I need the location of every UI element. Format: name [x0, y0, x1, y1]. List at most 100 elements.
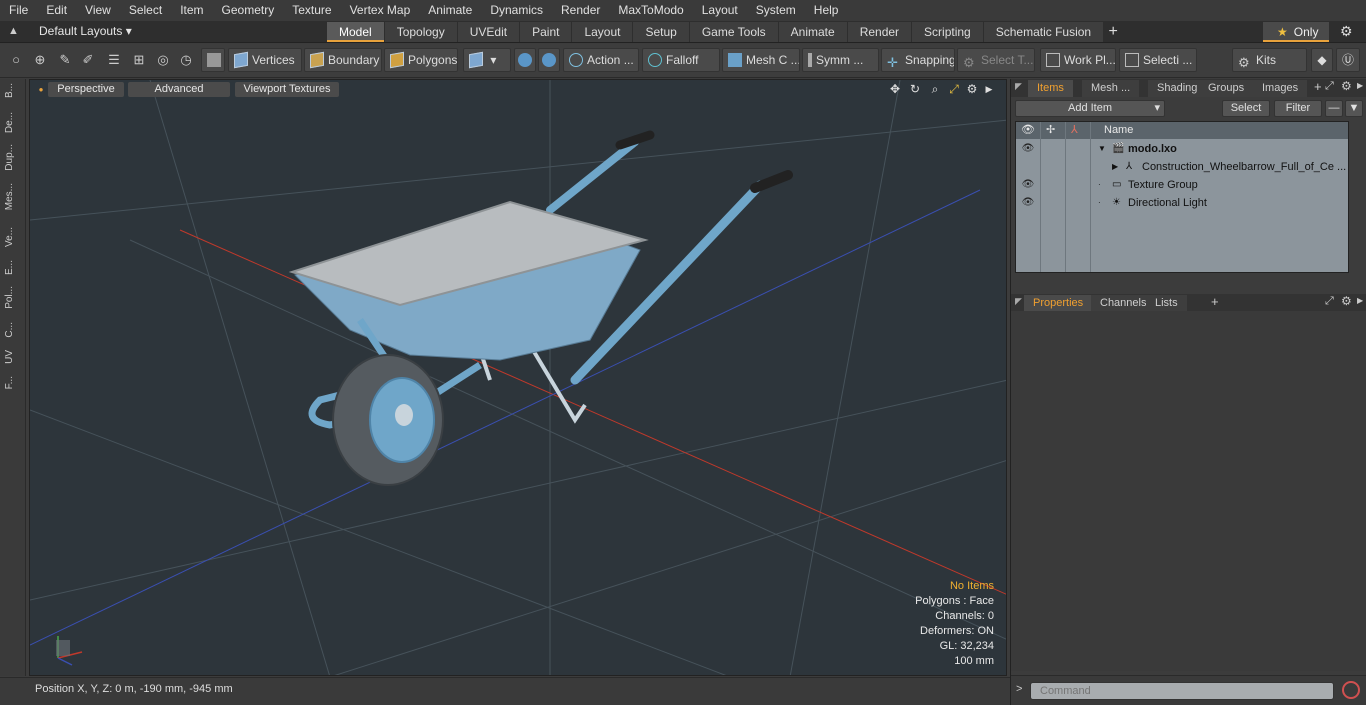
perspective-button[interactable]: Perspective — [48, 82, 124, 97]
properties-add-tab-icon[interactable]: + — [1211, 294, 1219, 309]
unreal-button[interactable]: Ⓤ — [1336, 48, 1360, 72]
properties-maximize-icon[interactable]: ⤢ — [1325, 295, 1334, 308]
visibility-column-icon[interactable]: 👁 — [1021, 123, 1035, 136]
properties-expand-icon[interactable]: ▶ — [1357, 296, 1363, 305]
pen-icon[interactable]: ✎ — [57, 52, 73, 68]
lock-column-icon[interactable]: ✢ — [1046, 123, 1055, 136]
center-icon[interactable]: ⊞ — [131, 52, 147, 68]
menu-item-vertex-map[interactable]: Vertex Map — [341, 0, 420, 21]
tab-scripting[interactable]: Scripting — [912, 22, 983, 42]
work-plane-button[interactable]: Work Pl... — [1040, 48, 1116, 72]
material-dropdown[interactable]: ▾ — [463, 48, 511, 72]
element-icon[interactable]: ◎ — [155, 52, 171, 68]
viewport-textures-button[interactable]: Viewport Textures — [235, 82, 339, 97]
properties-corner-icon[interactable]: ◤ — [1015, 296, 1022, 307]
items-maximize-icon[interactable]: ⤢ — [1325, 80, 1334, 93]
menu-item-system[interactable]: System — [747, 0, 805, 21]
timer-icon[interactable]: ◷ — [178, 52, 194, 68]
boundary-button[interactable]: Boundary — [304, 48, 382, 72]
select-through-button[interactable]: ⚙ Select T... — [957, 48, 1035, 72]
viewport-scene[interactable] — [30, 80, 1007, 676]
action-center-button[interactable]: Action ... — [563, 48, 639, 72]
gear-icon[interactable]: ⚙ — [1340, 23, 1353, 40]
symmetry-b-button[interactable] — [538, 48, 560, 72]
menu-item-select[interactable]: Select — [120, 0, 171, 21]
tab-model[interactable]: Model — [327, 22, 384, 42]
left-tab-3[interactable]: Mes... — [4, 183, 22, 210]
properties-gear-icon[interactable]: ⚙ — [1341, 294, 1352, 308]
filter-button[interactable]: Filter — [1274, 100, 1322, 117]
tab-shading[interactable]: Shading — [1148, 80, 1207, 97]
tab-uvedit[interactable]: UVEdit — [457, 22, 520, 42]
left-tab-6[interactable]: Pol... — [4, 286, 22, 309]
expand-arrow-icon[interactable]: ▶ — [1112, 158, 1118, 176]
tab-layout[interactable]: Layout — [572, 22, 633, 42]
filter-funnel-button[interactable]: ▼ — [1345, 100, 1363, 117]
vertices-button[interactable]: Vertices — [228, 48, 302, 72]
menu-item-view[interactable]: View — [76, 0, 120, 21]
left-tab-0[interactable]: B... — [4, 83, 22, 98]
tab-animate[interactable]: Animate — [778, 22, 847, 42]
record-icon[interactable] — [1342, 681, 1360, 699]
polygons-button[interactable]: Polygons — [384, 48, 458, 72]
item-row[interactable]: 👁 · ☀ Directional Light — [1016, 194, 1348, 212]
item-row[interactable]: 👁 ▼ 🎬 modo.lxo — [1016, 140, 1348, 158]
tab-game-tools[interactable]: Game Tools — [689, 22, 778, 42]
collapse-button[interactable]: — — [1325, 100, 1343, 117]
mesh-constraint-button[interactable]: Mesh C ... — [722, 48, 800, 72]
left-tab-9[interactable]: F... — [4, 376, 22, 389]
command-input[interactable] — [1030, 682, 1334, 700]
menu-item-file[interactable]: File — [0, 0, 37, 21]
symmetry-button[interactable]: Symm ... — [802, 48, 879, 72]
pivot-column-icon[interactable]: ⅄ — [1071, 123, 1078, 136]
selection-sets-button[interactable]: Selecti ... — [1119, 48, 1197, 72]
solid-item-button[interactable] — [201, 48, 225, 72]
panel-corner-icon[interactable]: ◤ — [1015, 81, 1022, 92]
align-icon[interactable]: ☰ — [106, 52, 122, 68]
visibility-eye-icon[interactable]: 👁 — [1021, 176, 1035, 194]
maximize-view-icon[interactable]: ⤢ — [947, 82, 961, 97]
add-item-button[interactable]: Add Item ▾ — [1015, 100, 1165, 117]
tab-render[interactable]: Render — [847, 22, 912, 42]
menu-item-item[interactable]: Item — [171, 0, 212, 21]
snapping-button[interactable]: ✛ Snapping — [881, 48, 955, 72]
symmetry-a-button[interactable] — [514, 48, 536, 72]
rotate-view-icon[interactable]: ↻ — [908, 82, 922, 97]
tab-lists[interactable]: Lists — [1146, 295, 1187, 312]
kits-button[interactable]: ⚙ Kits — [1232, 48, 1307, 72]
only-toggle[interactable]: ★ Only — [1263, 22, 1329, 42]
left-tab-2[interactable]: Dup... — [4, 144, 22, 171]
advanced-button[interactable]: Advanced — [128, 82, 230, 97]
left-tab-7[interactable]: C... — [4, 322, 22, 338]
zoom-view-icon[interactable]: ⌕ — [928, 82, 942, 97]
select-button[interactable]: Select — [1222, 100, 1270, 117]
tab-groups[interactable]: Groups — [1199, 80, 1254, 97]
item-row[interactable]: 👁 · ▭ Texture Group — [1016, 176, 1348, 194]
menu-item-help[interactable]: Help — [805, 0, 848, 21]
menu-item-animate[interactable]: Animate — [419, 0, 481, 21]
visibility-eye-icon[interactable]: 👁 — [1021, 140, 1035, 158]
items-add-tab-icon[interactable]: + — [1314, 79, 1322, 94]
menu-item-layout[interactable]: Layout — [693, 0, 747, 21]
brush-icon[interactable]: ✐ — [80, 52, 96, 68]
menu-item-geometry[interactable]: Geometry — [213, 0, 284, 21]
tab-properties[interactable]: Properties — [1024, 295, 1093, 312]
tab-paint[interactable]: Paint — [520, 22, 572, 42]
item-row[interactable]: ▶ ⅄ Construction_Wheelbarrow_Full_of_Ce ..… — [1016, 158, 1348, 176]
tab-schematic-fusion[interactable]: Schematic Fusion — [983, 22, 1104, 42]
menu-item-render[interactable]: Render — [552, 0, 609, 21]
left-tab-1[interactable]: De... — [4, 112, 22, 133]
tab-setup[interactable]: Setup — [633, 22, 689, 42]
menu-item-edit[interactable]: Edit — [37, 0, 76, 21]
expand-arrow-icon[interactable]: ▼ — [1098, 140, 1106, 158]
name-column-header[interactable]: Name — [1104, 124, 1133, 136]
tab-topology[interactable]: Topology — [384, 22, 457, 42]
tab-images[interactable]: Images — [1253, 80, 1308, 97]
default-layouts-dropdown[interactable]: Default Layouts ▾ — [39, 24, 132, 38]
menu-item-dynamics[interactable]: Dynamics — [481, 0, 552, 21]
wheelbarrow-model[interactable] — [288, 130, 793, 486]
menu-item-texture[interactable]: Texture — [283, 0, 340, 21]
add-layout-tab-icon[interactable]: + — [1104, 22, 1122, 42]
item-list[interactable]: 👁 ✢ ⅄ Name 👁 ▼ 🎬 modo.lxo ▶ ⅄ Construction_Whe… — [1015, 121, 1349, 273]
move-view-icon[interactable]: ✥ — [888, 82, 902, 97]
